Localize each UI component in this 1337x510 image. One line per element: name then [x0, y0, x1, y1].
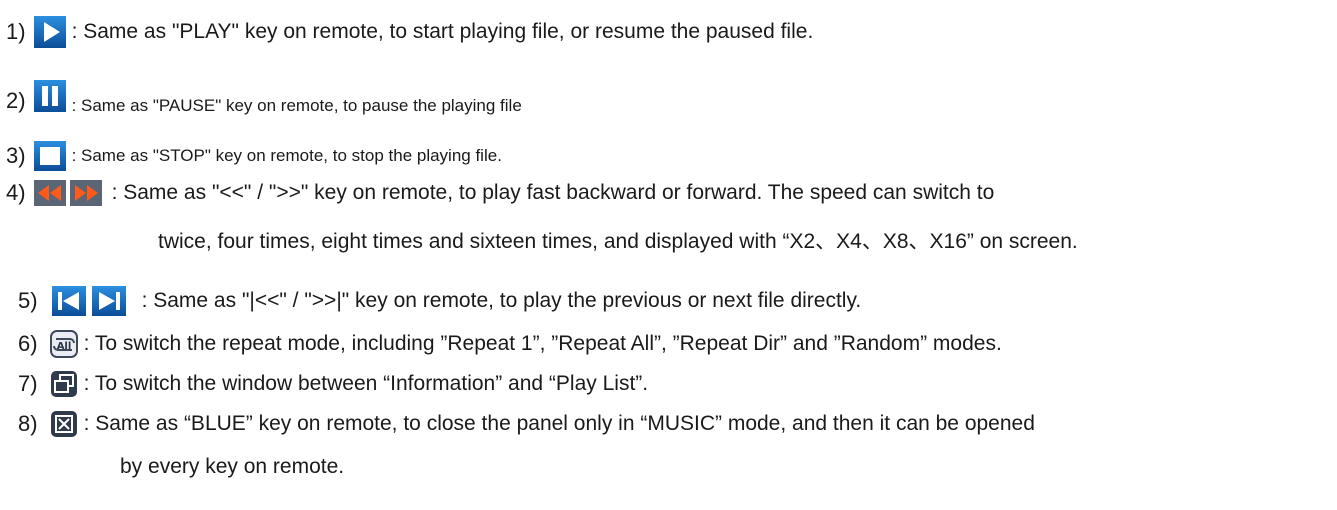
list-item-skip: 5) : Same as "|<<" / ">>|" key on remote… — [18, 286, 861, 316]
item-description: : To switch the repeat mode, including ”… — [83, 332, 1002, 355]
item-description: : Same as "PLAY" key on remote, to start… — [71, 20, 814, 43]
previous-track-icon — [51, 286, 86, 316]
item-description: : To switch the window between “Informat… — [83, 372, 649, 395]
list-item-pause: 2) : Same as "PAUSE" key on remote, to p… — [6, 80, 522, 116]
stop-icon — [33, 141, 66, 171]
list-item-stop: 3) : Same as "STOP" key on remote, to st… — [6, 141, 502, 171]
item-number: 2) — [6, 88, 26, 113]
list-item-window-switch: 7) : To switch the window between “Infor… — [18, 370, 648, 398]
item-description: : Same as "STOP" key on remote, to stop … — [71, 146, 502, 165]
list-item-play: 1) : Same as "PLAY" key on remote, to st… — [6, 16, 813, 48]
list-item-close-panel: 8) : Same as “BLUE” key on remote, to cl… — [18, 410, 1035, 438]
item-number: 3) — [6, 143, 26, 168]
item-number: 8) — [18, 411, 38, 436]
item-description: : Same as "|<<" / ">>|" key on remote, t… — [141, 289, 862, 312]
list-item-repeat: 6) All : To switch the repeat mode, incl… — [18, 330, 1002, 358]
item-continuation: by every key on remote. — [120, 455, 345, 478]
list-item-fast-seek: 4) : Same as "<<" / ">>" key on remote, … — [6, 180, 994, 206]
item-number: 6) — [18, 331, 38, 356]
item-number: 4) — [6, 180, 26, 205]
repeat-all-icon: All — [49, 330, 78, 358]
item-description: : Same as “BLUE” key on remote, to close… — [83, 412, 1035, 435]
fast-backward-icon — [33, 180, 66, 206]
item-number: 7) — [18, 371, 38, 396]
window-switch-icon — [50, 370, 78, 398]
item-continuation: twice, four times, eight times and sixte… — [158, 230, 1078, 253]
fast-forward-icon — [69, 180, 102, 206]
repeat-all-label: All — [56, 341, 71, 352]
item-number: 5) — [18, 288, 38, 313]
item-number: 1) — [6, 19, 26, 44]
play-icon — [33, 16, 66, 48]
next-track-icon — [91, 286, 126, 316]
item-description: : Same as "<<" / ">>" key on remote, to … — [111, 181, 995, 204]
close-panel-icon — [50, 410, 78, 438]
item-description: : Same as "PAUSE" key on remote, to paus… — [71, 96, 522, 115]
pause-icon — [33, 80, 66, 112]
